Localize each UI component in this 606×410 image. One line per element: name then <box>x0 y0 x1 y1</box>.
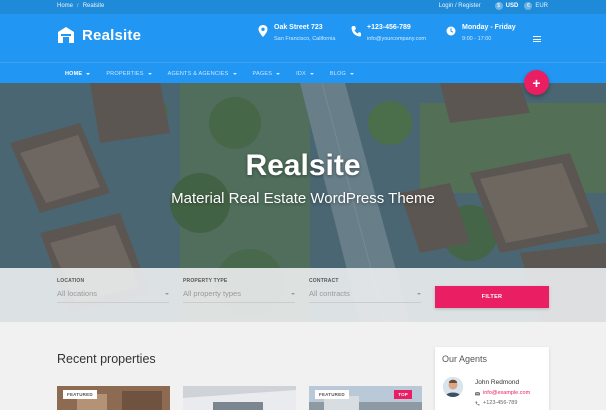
agent-phone: +123-456-789 <box>483 400 518 406</box>
top-badge: TOP <box>394 390 412 399</box>
contract-select[interactable]: All contracts <box>309 289 421 303</box>
envelope-icon <box>475 391 480 395</box>
agent-email[interactable]: info@example.com <box>483 390 530 396</box>
phone-icon <box>475 401 480 405</box>
chevron-down-icon <box>417 292 421 295</box>
property-card[interactable]: FEATURED <box>57 386 170 410</box>
breadcrumb-separator: / <box>77 3 79 9</box>
nav-item-idx[interactable]: IDX <box>288 63 322 84</box>
nav-item-home[interactable]: HOME <box>57 63 98 84</box>
login-register-link[interactable]: Login / Register <box>439 3 481 9</box>
site-logo[interactable]: Realsite <box>57 26 141 44</box>
featured-badge: FEATURED <box>63 390 97 399</box>
nav-item-label: IDX <box>296 70 306 77</box>
currency-usd[interactable]: $ USD <box>494 2 519 10</box>
chevron-down-icon <box>232 72 237 75</box>
contact-email[interactable]: info@yourcompany.com <box>367 36 426 42</box>
location-pin-icon <box>258 25 268 37</box>
hours-time: 9:00 - 17:00 <box>462 36 492 42</box>
featured-badge: FEATURED <box>315 390 349 399</box>
breadcrumb-home[interactable]: Home <box>57 3 73 9</box>
chevron-down-icon <box>86 72 91 75</box>
agent-avatar[interactable] <box>443 377 463 397</box>
section-title: Recent properties <box>57 352 156 366</box>
dollar-icon: $ <box>494 2 503 10</box>
add-property-button[interactable]: + <box>524 70 549 95</box>
hours-block: Monday - Friday 9:00 - 17:00 <box>446 24 516 42</box>
address-line1: Oak Street 723 <box>274 24 323 31</box>
currency-usd-label: USD <box>505 3 519 9</box>
contract-field[interactable]: CONTRACT All contracts <box>309 278 421 303</box>
nav-item-label: PAGES <box>252 70 273 77</box>
widget-title: Our Agents <box>442 354 488 364</box>
property-type-field[interactable]: PROPERTY TYPE All property types <box>183 278 295 303</box>
property-card[interactable]: FEATURED TOP <box>309 386 422 410</box>
our-agents-widget: Our Agents John Redmond info@example.com… <box>435 347 549 410</box>
plus-icon: + <box>532 74 541 91</box>
agent-email-row: info@example.com <box>475 390 530 396</box>
contact-phone[interactable]: +123-456-789 <box>367 24 426 31</box>
agent-phone-row: +123-456-789 <box>475 400 517 406</box>
phone-icon <box>351 26 361 37</box>
breadcrumb: Home / Realsite <box>57 3 104 9</box>
hero-title: Realsite <box>245 149 361 182</box>
top-bar: Home / Realsite Login / Register $ USD €… <box>0 0 606 14</box>
breadcrumb-current: Realsite <box>82 3 105 9</box>
address-block: Oak Street 723 San Francisco, California <box>258 24 335 42</box>
chevron-down-icon <box>276 72 281 75</box>
house-logo-icon <box>58 27 74 43</box>
location-value: All locations <box>57 289 98 298</box>
location-field[interactable]: LOCATION All locations <box>57 278 169 303</box>
logo-text: Realsite <box>82 26 142 44</box>
person-icon <box>443 377 463 397</box>
filter-button[interactable]: FILTER <box>435 286 549 308</box>
chevron-down-icon <box>291 292 295 295</box>
address-line2: San Francisco, California <box>274 36 336 42</box>
hero-subtitle: Material Real Estate WordPress Theme <box>171 190 435 207</box>
location-select[interactable]: All locations <box>57 289 169 303</box>
euro-icon: € <box>524 2 533 10</box>
main-navigation: HOME PROPERTIES AGENTS & AGENCIES PAGES … <box>0 62 606 83</box>
property-photo <box>183 386 296 410</box>
property-type-select[interactable]: All property types <box>183 289 295 303</box>
property-type-value: All property types <box>183 289 241 298</box>
property-type-label: PROPERTY TYPE <box>183 278 228 284</box>
clock-icon <box>446 26 456 36</box>
contract-label: CONTRACT <box>309 278 339 284</box>
hamburger-menu-icon[interactable] <box>533 36 541 42</box>
property-card[interactable] <box>183 386 296 410</box>
agent-name[interactable]: John Redmond <box>475 379 519 386</box>
currency-eur-label: EUR <box>535 3 548 9</box>
nav-item-agents-agencies[interactable]: AGENTS & AGENCIES <box>160 63 245 84</box>
nav-item-label: HOME <box>65 70 83 77</box>
hours-days: Monday - Friday <box>462 24 516 31</box>
nav-item-pages[interactable]: PAGES <box>245 63 289 84</box>
contract-value: All contracts <box>309 289 350 298</box>
chevron-down-icon <box>349 72 354 75</box>
location-label: LOCATION <box>57 278 85 284</box>
site-header: Realsite Oak Street 723 San Francisco, C… <box>0 14 606 62</box>
nav-item-label: AGENTS & AGENCIES <box>167 70 229 77</box>
nav-item-label: PROPERTIES <box>106 70 144 77</box>
nav-item-properties[interactable]: PROPERTIES <box>98 63 159 84</box>
chevron-down-icon <box>165 292 169 295</box>
contact-block: +123-456-789 info@yourcompany.com <box>351 24 426 42</box>
nav-item-blog[interactable]: BLOG <box>322 63 362 84</box>
nav-item-label: BLOG <box>329 70 346 77</box>
chevron-down-icon <box>309 72 314 75</box>
currency-eur[interactable]: € EUR <box>524 2 548 10</box>
chevron-down-icon <box>147 72 152 75</box>
